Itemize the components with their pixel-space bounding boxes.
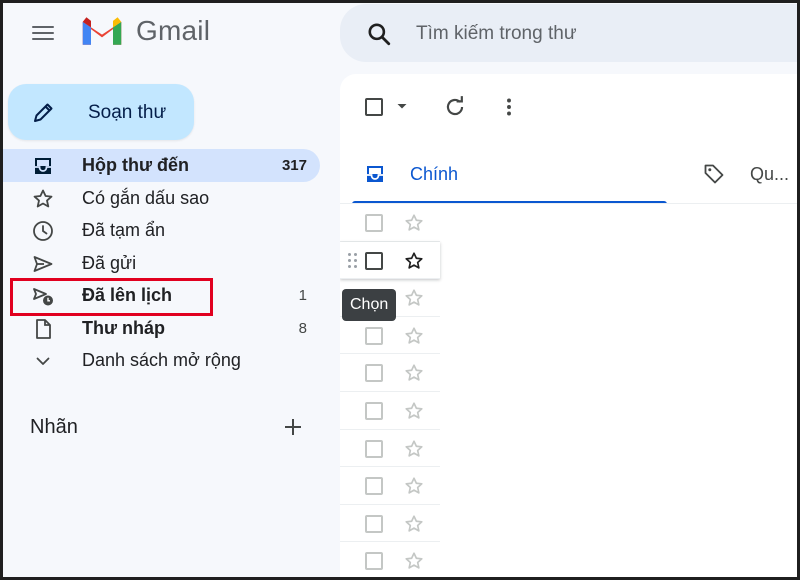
mail-row[interactable] bbox=[340, 505, 440, 543]
menu-icon-bar bbox=[32, 32, 54, 34]
drafts-count: 8 bbox=[298, 319, 307, 337]
more-vert-icon[interactable] bbox=[496, 94, 522, 120]
star-icon[interactable] bbox=[403, 438, 425, 460]
mail-row[interactable] bbox=[340, 542, 440, 580]
sidebar-item-sent[interactable]: Đã gửi bbox=[0, 247, 320, 280]
mail-row[interactable] bbox=[340, 241, 440, 280]
menu-icon-bar bbox=[32, 26, 54, 28]
pencil-icon bbox=[34, 103, 53, 122]
unread-count: 317 bbox=[281, 157, 307, 174]
main-menu-button[interactable] bbox=[26, 18, 60, 48]
gmail-logo[interactable]: Gmail bbox=[80, 14, 210, 48]
tab-label: Qu... bbox=[750, 164, 790, 184]
search-input[interactable] bbox=[416, 18, 796, 50]
sidebar-item-label: Có gắn dấu sao bbox=[82, 187, 210, 208]
mail-rows bbox=[340, 204, 800, 580]
sidebar-item-label: Hộp thư đến bbox=[82, 155, 190, 175]
sidebar-item-starred[interactable]: Có gắn dấu sao bbox=[0, 182, 320, 215]
inbox-tab-icon bbox=[367, 166, 383, 182]
star-icon[interactable] bbox=[403, 250, 425, 272]
sidebar-nav: Hộp thư đến 317 Có gắn dấu sao Đã tạm ẩn… bbox=[0, 149, 322, 377]
row-checkbox[interactable] bbox=[365, 477, 383, 496]
scheduled-count: 1 bbox=[298, 287, 307, 304]
select-tooltip: Chọn bbox=[342, 289, 397, 321]
star-icon bbox=[33, 189, 53, 207]
add-label-button[interactable] bbox=[278, 412, 308, 442]
sidebar-item-scheduled[interactable]: Đã lên lịch 1 bbox=[0, 279, 320, 312]
mail-list-panel: Chính Qu... bbox=[340, 74, 800, 580]
sidebar-item-label: Thư nháp bbox=[82, 317, 166, 338]
tag-icon bbox=[704, 164, 724, 184]
search-icon[interactable] bbox=[366, 21, 392, 47]
inbox-icon bbox=[35, 158, 51, 174]
mail-row[interactable] bbox=[340, 317, 440, 355]
row-checkbox[interactable] bbox=[365, 214, 383, 232]
draft-icon bbox=[36, 318, 51, 339]
compose-button[interactable]: Soạn thư bbox=[8, 84, 194, 140]
labels-heading: Nhãn bbox=[30, 416, 78, 438]
mail-row[interactable] bbox=[340, 392, 440, 430]
caret-down-icon[interactable] bbox=[392, 96, 412, 116]
star-icon[interactable] bbox=[403, 287, 425, 309]
sidebar-item-more[interactable]: Danh sách mở rộng bbox=[0, 344, 320, 377]
tab-promotions[interactable]: Qu... bbox=[690, 150, 800, 204]
search-bar[interactable] bbox=[340, 4, 800, 62]
sidebar-item-label: Đã gửi bbox=[82, 252, 137, 273]
star-icon[interactable] bbox=[403, 513, 425, 535]
mail-row[interactable] bbox=[340, 467, 440, 505]
gmail-m-icon bbox=[82, 17, 122, 45]
sidebar-item-label: Danh sách mở rộng bbox=[82, 350, 241, 370]
select-all-checkbox[interactable] bbox=[365, 98, 383, 116]
compose-label: Soạn thư bbox=[88, 102, 167, 123]
send-icon bbox=[33, 255, 53, 272]
tab-label: Chính bbox=[410, 164, 459, 184]
star-icon[interactable] bbox=[403, 325, 425, 347]
sidebar-item-drafts[interactable]: Thư nháp 8 bbox=[0, 312, 320, 345]
mail-row[interactable] bbox=[340, 354, 440, 392]
star-icon[interactable] bbox=[403, 362, 425, 384]
sidebar-item-label: Đã lên lịch bbox=[82, 285, 173, 305]
row-checkbox[interactable] bbox=[365, 514, 383, 533]
row-checkbox[interactable] bbox=[365, 439, 383, 458]
clock-icon bbox=[33, 221, 53, 241]
scheduled-send-icon bbox=[33, 288, 53, 306]
mail-row[interactable] bbox=[340, 204, 440, 242]
refresh-icon[interactable] bbox=[442, 94, 468, 120]
star-icon[interactable] bbox=[403, 400, 425, 422]
plus-icon bbox=[292, 419, 294, 435]
chevron-down-icon bbox=[36, 357, 50, 365]
row-checkbox[interactable] bbox=[365, 552, 383, 571]
star-icon[interactable] bbox=[403, 212, 425, 234]
drag-handle-icon[interactable] bbox=[348, 252, 360, 269]
sidebar-item-snoozed[interactable]: Đã tạm ẩn bbox=[0, 214, 320, 247]
menu-icon-bar bbox=[32, 38, 54, 40]
row-checkbox[interactable] bbox=[365, 401, 383, 420]
star-icon[interactable] bbox=[403, 550, 425, 572]
mail-row[interactable] bbox=[340, 430, 440, 468]
sidebar-item-inbox[interactable]: Hộp thư đến 317 bbox=[0, 149, 320, 182]
tab-primary[interactable]: Chính bbox=[340, 150, 667, 204]
app-name: Gmail bbox=[136, 15, 211, 46]
star-icon[interactable] bbox=[403, 475, 425, 497]
row-checkbox[interactable] bbox=[365, 251, 383, 270]
row-checkbox[interactable] bbox=[365, 326, 383, 345]
row-checkbox[interactable] bbox=[365, 364, 383, 383]
sidebar-item-label: Đã tạm ẩn bbox=[82, 220, 166, 240]
